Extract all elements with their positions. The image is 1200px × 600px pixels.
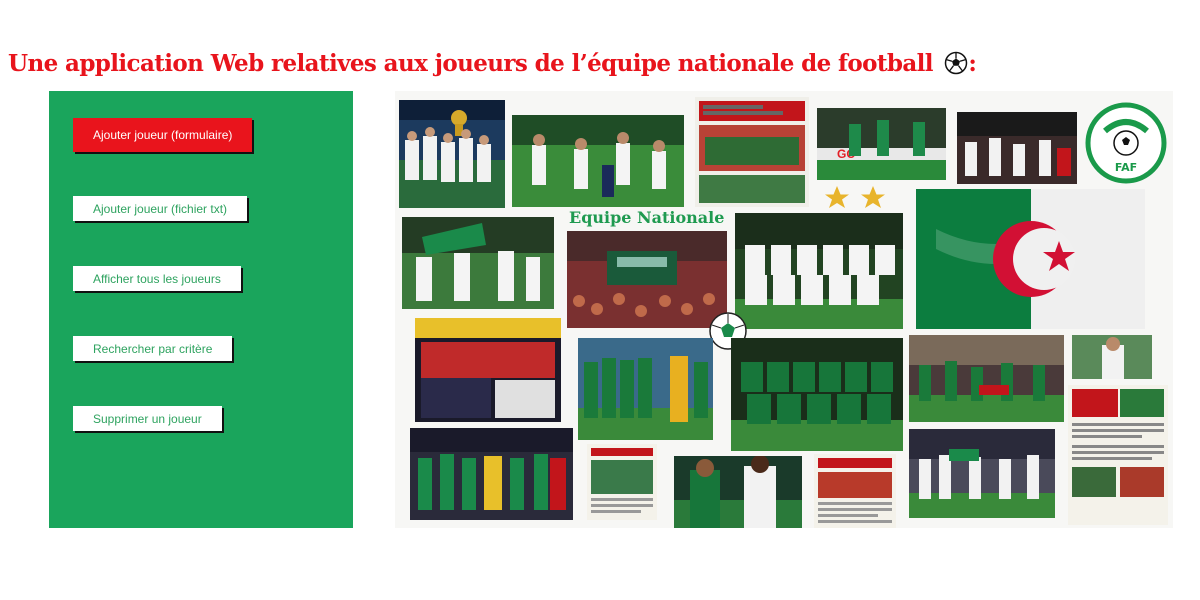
soccer-ball-icon: [945, 51, 968, 75]
newspaper-headline-photo: [415, 318, 561, 422]
players-running-photo: [512, 115, 684, 207]
players-match-photo-2: [674, 456, 802, 528]
search-by-criteria-button[interactable]: Rechercher par critère: [73, 336, 233, 361]
add-player-file-button[interactable]: Ajouter joueur (fichier txt): [73, 196, 248, 221]
sidebar-menu: Ajouter joueur (formulaire) Ajouter joue…: [49, 91, 353, 528]
show-all-players-button[interactable]: Afficher tous les joueurs: [73, 266, 241, 291]
team-lineup-photo: [735, 213, 903, 329]
page-title-suffix: :: [968, 50, 977, 77]
photo-collage: GC FAF Equipe Nationale: [395, 91, 1173, 528]
newspaper-fans-page: [814, 454, 896, 528]
delete-player-button[interactable]: Supprimer un joueur: [73, 406, 222, 431]
page-title: Une application Web relatives aux joueur…: [8, 50, 977, 77]
newspaper-article-page: [587, 444, 657, 520]
players-celebration-photo: [909, 429, 1055, 518]
team-celebration-trophy-photo: [410, 428, 573, 520]
two-stars-icon: [823, 185, 895, 211]
stadium-celebration-photo: [909, 335, 1064, 422]
page-title-text: Une application Web relatives aux joueur…: [8, 50, 934, 77]
svg-text:FAF: FAF: [1115, 161, 1137, 174]
algerian-flag-image: [916, 189, 1145, 329]
player-portrait-photo: [1072, 335, 1152, 379]
players-with-flag-photo: [402, 217, 554, 309]
trophy-celebration-photo: [399, 100, 505, 208]
faf-logo: FAF: [1085, 101, 1167, 185]
collage-label: Equipe Nationale: [569, 208, 725, 227]
team-with-goalkeeper-photo: [578, 338, 713, 440]
team-lineup-green-photo: [731, 338, 903, 451]
fans-crowd-bus-photo: [567, 231, 727, 328]
team-celebration-photo: [957, 112, 1077, 184]
players-match-photo: GC: [817, 108, 946, 180]
newspaper-sports-page: [1068, 385, 1168, 525]
newspaper-front-page: [695, 97, 809, 207]
add-player-form-button[interactable]: Ajouter joueur (formulaire): [73, 118, 253, 152]
